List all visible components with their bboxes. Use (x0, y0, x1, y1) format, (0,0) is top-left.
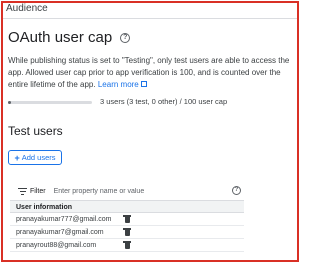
plus-icon: + (14, 152, 20, 163)
test-users-title: Test users (8, 124, 63, 138)
filter-label: Filter (30, 187, 46, 195)
page-header: Audience (6, 3, 48, 14)
user-cap-progress-bar (8, 101, 92, 104)
test-users-table: User information pranayakumar777@gmail.c… (10, 200, 244, 252)
oauth-title: OAuth user cap ? (8, 29, 131, 46)
learn-more-label: Learn more (97, 80, 139, 89)
filter-bar: Filter ? (10, 184, 244, 198)
table-row: pranayakumar777@gmail.com (10, 213, 244, 226)
column-header-user-information[interactable]: User information (10, 200, 244, 213)
learn-more-link[interactable]: Learn more (98, 80, 147, 89)
user-email: pranayakumar777@gmail.com (16, 215, 112, 223)
user-cap-progress-fill (8, 101, 11, 104)
add-users-label: Add users (21, 153, 56, 162)
trash-icon[interactable] (123, 215, 131, 223)
external-link-icon (140, 81, 147, 87)
add-users-button[interactable]: + Add users (8, 150, 62, 165)
oauth-title-text: OAuth user cap (8, 29, 113, 46)
user-email: pranayrout88@gmail.com (16, 241, 97, 249)
trash-icon[interactable] (123, 241, 131, 249)
table-row: pranayrout88@gmail.com (10, 239, 244, 252)
help-icon[interactable]: ? (120, 32, 131, 43)
filter-icon (18, 187, 27, 195)
user-cap-progress-label: 3 users (3 test, 0 other) / 100 user cap (100, 97, 228, 106)
user-email: pranayakumar7@gmail.com (16, 228, 104, 236)
header-divider (3, 18, 297, 19)
table-row: pranayakumar7@gmail.com (10, 226, 244, 239)
oauth-description: While publishing status is set to "Testi… (8, 55, 290, 91)
filter-input[interactable] (53, 187, 204, 195)
trash-icon[interactable] (123, 228, 131, 236)
column-help-icon[interactable]: ? (232, 186, 241, 195)
oauth-description-text: While publishing status is set to "Testi… (8, 56, 290, 89)
